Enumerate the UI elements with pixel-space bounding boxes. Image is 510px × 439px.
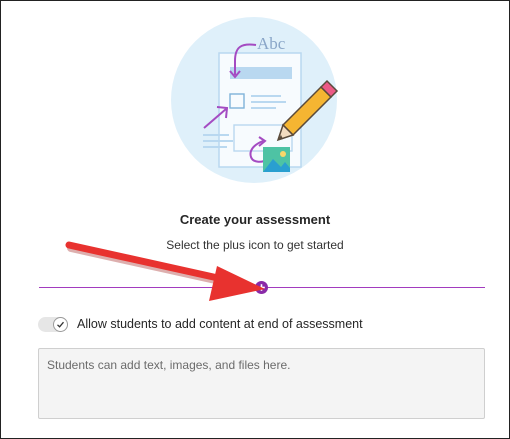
illustration-abc-text: Abc <box>257 34 286 53</box>
toggle-knob <box>53 317 68 332</box>
check-icon <box>57 321 64 328</box>
assessment-title: Create your assessment <box>179 212 331 227</box>
allow-content-label: Allow students to add content at end of … <box>77 317 363 331</box>
assessment-illustration: Abc <box>171 17 339 183</box>
plus-icon <box>258 284 265 291</box>
assessment-subtitle: Select the plus icon to get started <box>166 238 344 252</box>
add-content-button[interactable] <box>255 281 268 294</box>
allow-content-toggle[interactable] <box>38 317 68 332</box>
red-arrow-icon <box>65 241 265 301</box>
student-content-input[interactable] <box>38 348 485 419</box>
assessment-panel: Abc Create your assessment Select the pl… <box>0 0 510 439</box>
